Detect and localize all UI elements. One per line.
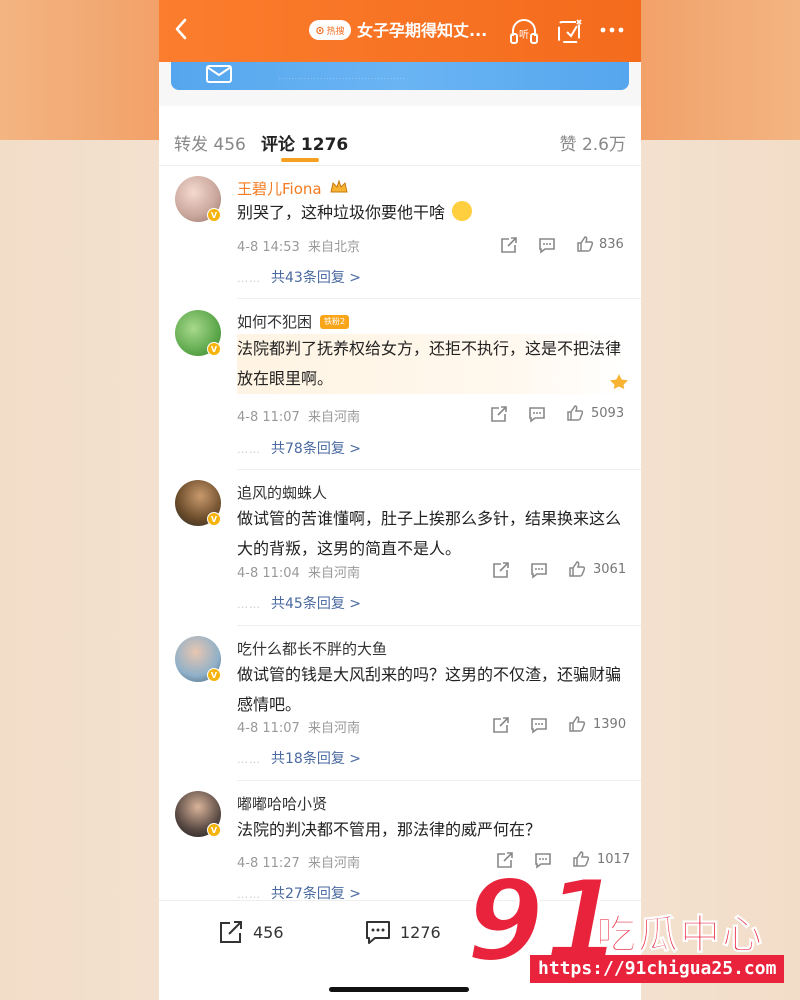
comment-username[interactable]: 如何不犯困: [237, 311, 312, 332]
view-replies-link[interactable]: …… 共45条回复 >: [237, 593, 361, 613]
comment-meta: 4-8 11:27 来自河南: [237, 852, 360, 871]
like-icon[interactable]: [567, 715, 587, 733]
reply-dots: ……: [237, 753, 261, 766]
comment-meta: 4-8 11:07 来自河南: [237, 406, 360, 425]
watermark-url: https://91chigua25.com: [530, 955, 785, 983]
repost-count: 456: [253, 922, 284, 942]
view-replies-link[interactable]: …… 共78条回复 >: [237, 438, 361, 458]
comment-meta: 4-8 11:04 来自河南: [237, 562, 360, 581]
comment-location: 来自河南: [307, 856, 360, 871]
share-icon[interactable]: [489, 405, 509, 423]
repost-icon: [220, 921, 242, 943]
comment-username[interactable]: 王碧儿Fiona: [237, 178, 322, 199]
view-replies-link[interactable]: …… 共18条回复 >: [237, 748, 361, 768]
search-icon: ⊙: [315, 23, 325, 37]
comment-meta: 4-8 11:07 来自河南: [237, 717, 360, 736]
tab-repost[interactable]: 转发 456: [174, 130, 246, 155]
like-icon[interactable]: [565, 404, 585, 422]
reply-count: 共45条回复 >: [271, 596, 361, 612]
verified-badge-icon: V: [207, 208, 221, 222]
home-indicator: [329, 987, 469, 992]
comment-item: V 王碧儿Fiona 别哭了，这种垃圾你要他干啥 4-8 14:53 来自北京 …: [159, 166, 641, 298]
like-count: 3061: [593, 562, 627, 577]
verified-badge-icon: V: [207, 668, 221, 682]
page-title[interactable]: 女子孕期得知丈...: [357, 17, 497, 43]
comment-location: 来自河南: [307, 410, 360, 425]
reply-count: 共43条回复 >: [271, 270, 361, 286]
verified-badge-icon: V: [207, 823, 221, 837]
verified-badge-icon: V: [207, 342, 221, 356]
reply-dots: ……: [237, 598, 261, 611]
reply-icon[interactable]: [529, 716, 549, 734]
share-icon[interactable]: [499, 236, 519, 254]
view-replies-link[interactable]: …… 共43条回复 >: [237, 267, 361, 287]
like-count: 836: [599, 237, 624, 252]
highlight-star-icon: [607, 371, 631, 391]
comment-username[interactable]: 追风的蜘蛛人: [237, 482, 327, 503]
watermark-text: 吃瓜中心: [596, 912, 764, 959]
comment-meta: 4-8 14:53 来自北京: [237, 236, 360, 255]
comment-item: V 吃什么都长不胖的大鱼 做试管的钱是大风刮来的吗？这男的不仅渣，还骗财骗感情吧…: [159, 626, 641, 780]
more-icon[interactable]: [597, 20, 627, 40]
verified-badge-icon: V: [207, 512, 221, 526]
share-search-icon[interactable]: [553, 14, 587, 48]
phone-screen: ⊙ 热搜 女子孕期得知丈... 听 · · · · · · · · · · · …: [159, 0, 641, 1000]
banner-small-text: · · · · · · · · · · · · · · · · · · · · …: [279, 76, 405, 82]
share-icon[interactable]: [491, 561, 511, 579]
fan-level-badge: 铁粉2: [320, 315, 350, 329]
like-count: 5093: [591, 406, 625, 421]
comment-location: 来自河南: [307, 566, 360, 581]
repost-button[interactable]: 456: [217, 919, 284, 945]
comment-text: 做试管的钱是大风刮来的吗？这男的不仅渣，还骗财骗感情吧。: [237, 665, 622, 714]
hot-label: 热搜: [326, 26, 345, 37]
top-bar: ⊙ 热搜 女子孕期得知丈... 听: [159, 0, 641, 62]
comment-text: 别哭了，这种垃圾你要他干啥: [237, 198, 627, 228]
like-icon[interactable]: [567, 560, 587, 578]
comment-time: 4-8 11:07: [237, 410, 300, 425]
headphones-icon[interactable]: 听: [507, 14, 541, 48]
crown-icon: [330, 179, 348, 193]
like-count: 1390: [593, 717, 627, 732]
comment-text: 法院的判决都不管用，那法律的威严何在？: [237, 820, 542, 839]
reply-icon[interactable]: [527, 405, 547, 423]
comment-time: 4-8 11:04: [237, 566, 300, 581]
comment-username[interactable]: 嘟嘟哈哈小贤: [237, 793, 327, 814]
comment-icon: [366, 921, 390, 944]
reply-icon[interactable]: [529, 561, 549, 579]
comment-location: 来自北京: [307, 240, 360, 255]
comment-time: 4-8 14:53: [237, 240, 300, 255]
tab-like[interactable]: 赞 2.6万: [560, 130, 626, 155]
reply-icon[interactable]: [537, 236, 557, 254]
reply-dots: ……: [237, 272, 261, 285]
tab-active-indicator: [281, 158, 319, 162]
reply-count: 共18条回复 >: [271, 751, 361, 767]
hot-search-badge[interactable]: ⊙ 热搜: [309, 20, 351, 40]
comment-item: V 如何不犯困 铁粉2 法院都判了抚养权给女方，还拒不执行，这是不把法律放在眼里…: [159, 299, 641, 469]
comment-text: 法院都判了抚养权给女方，还拒不执行，这是不把法律放在眼里啊。: [237, 334, 625, 394]
comment-text: 做试管的苦谁懂啊，肚子上挨那么多针，结果换来这么大的背叛，这男的简直不是人。: [237, 509, 622, 558]
comment-button[interactable]: 1276: [364, 919, 441, 945]
reply-dots: ……: [237, 443, 261, 456]
comment-time: 4-8 11:07: [237, 721, 300, 736]
comment-item: V 追风的蜘蛛人 做试管的苦谁懂啊，肚子上挨那么多针，结果换来这么大的背叛，这男…: [159, 470, 641, 625]
comment-count: 1276: [400, 922, 441, 942]
back-icon[interactable]: [169, 14, 193, 44]
tab-bar: 转发 456 评论 1276 赞 2.6万: [159, 114, 641, 166]
laughing-crying-emoji-icon: [452, 201, 473, 221]
share-icon[interactable]: [491, 716, 511, 734]
comment-username[interactable]: 吃什么都长不胖的大鱼: [237, 638, 387, 659]
listen-label: 听: [519, 29, 529, 41]
comment-time: 4-8 11:27: [237, 856, 300, 871]
like-icon[interactable]: [575, 235, 595, 253]
comment-location: 来自河南: [307, 721, 360, 736]
reply-count: 共78条回复 >: [271, 441, 361, 457]
mail-icon: [206, 65, 232, 83]
comment-text-content: 别哭了，这种垃圾你要他干啥: [237, 203, 446, 222]
